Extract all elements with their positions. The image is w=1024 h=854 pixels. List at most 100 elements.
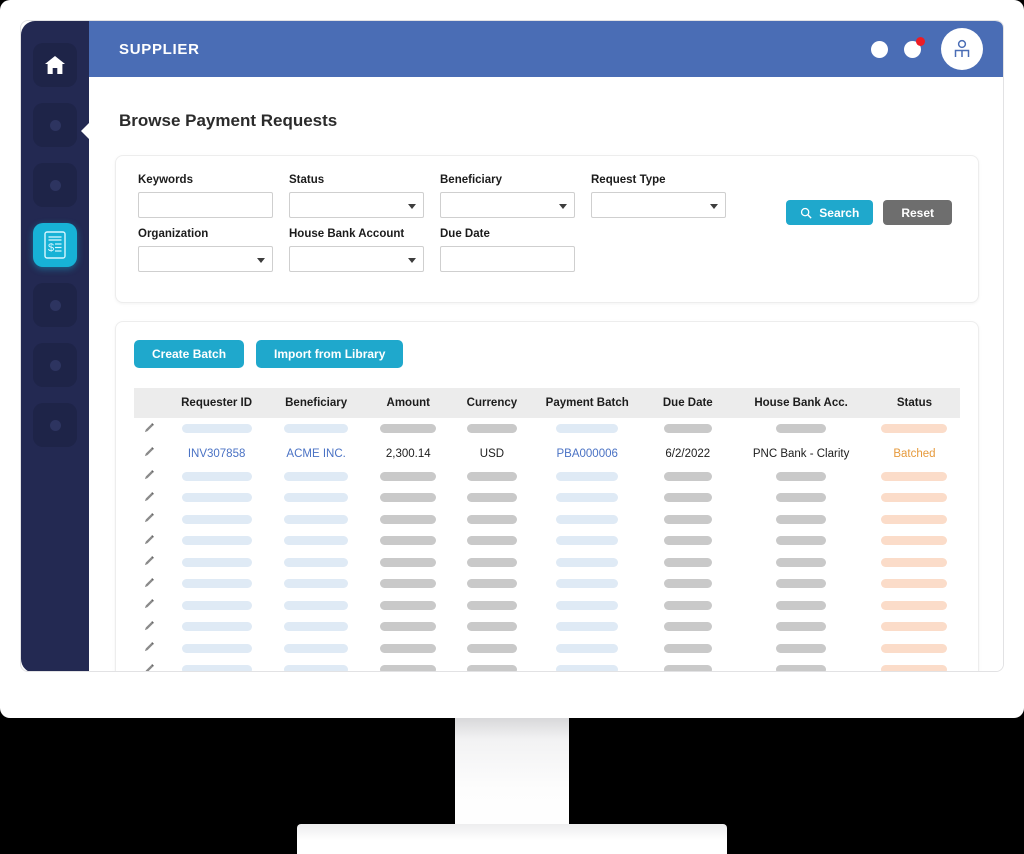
cell-placeholder [532,595,642,617]
edit-pencil-icon[interactable] [144,512,155,523]
sidebar-item-payment-requests[interactable]: $ [33,223,77,267]
field-request-type: Request Type [591,174,726,218]
search-button[interactable]: Search [786,200,874,225]
edit-pencil-icon[interactable] [144,598,155,609]
table-row[interactable]: INV307858 ACME INC. 2,300.14 USD PBA000006 6/… [134,440,960,466]
table-row[interactable] [134,638,960,660]
row-edit-cell[interactable] [134,509,166,531]
reset-button[interactable]: Reset [883,200,952,225]
keywords-input[interactable] [138,192,273,218]
row-edit-cell[interactable] [134,418,166,440]
skeleton-bar [284,493,349,503]
main-content: Browse Payment Requests Keywords Status [89,77,1003,672]
cell-placeholder [642,616,733,638]
table-row[interactable] [134,487,960,509]
skeleton-bar [776,536,827,546]
edit-pencil-icon[interactable] [144,641,155,652]
row-edit-cell[interactable] [134,466,166,488]
field-beneficiary: Beneficiary [440,174,575,218]
table-row[interactable] [134,573,960,595]
skeleton-bar [881,514,948,524]
row-edit-cell[interactable] [134,638,166,660]
sidebar-item-7[interactable] [33,403,77,447]
circle-icon[interactable] [871,40,888,58]
skeleton-bar [380,600,437,610]
row-edit-cell[interactable] [134,440,166,466]
edit-pencil-icon[interactable] [144,469,155,480]
sidebar-item-5[interactable] [33,283,77,327]
row-edit-cell[interactable] [134,552,166,574]
create-batch-button[interactable]: Create Batch [134,340,245,368]
skeleton-bar [881,665,948,671]
edit-pencil-icon[interactable] [144,534,155,545]
row-edit-cell[interactable] [134,595,166,617]
sidebar-item-6[interactable] [33,343,77,387]
filter-actions: Search Reset [786,200,952,225]
sidebar-item-2[interactable] [33,103,77,147]
table-row[interactable] [134,509,960,531]
cell-requester-id[interactable]: INV307858 [166,440,268,466]
cell-placeholder [267,659,364,671]
column-beneficiary[interactable]: Beneficiary [267,388,364,418]
table-row[interactable] [134,530,960,552]
cell-placeholder [733,509,869,531]
table-row[interactable] [134,616,960,638]
column-amount[interactable]: Amount [365,388,452,418]
cell-placeholder [267,487,364,509]
payment-requests-table: Requester ID Beneficiary Amount Currency… [134,388,960,672]
beneficiary-select[interactable] [440,192,575,218]
edit-pencil-icon[interactable] [144,663,155,672]
row-edit-cell[interactable] [134,573,166,595]
edit-pencil-icon[interactable] [144,446,155,457]
import-from-library-button[interactable]: Import from Library [256,340,404,368]
column-status[interactable]: Status [869,388,960,418]
house-bank-account-select[interactable] [289,246,424,272]
notification-circle-icon[interactable] [904,36,925,58]
table-row[interactable] [134,659,960,672]
monitor-stand-base [297,824,727,854]
skeleton-bar [380,557,437,567]
cell-placeholder [733,552,869,574]
sidebar-item-3[interactable] [33,163,77,207]
column-requester-id[interactable]: Requester ID [166,388,268,418]
table-row[interactable] [134,466,960,488]
cell-placeholder [452,530,532,552]
cell-placeholder [869,509,960,531]
row-edit-cell[interactable] [134,616,166,638]
edit-pencil-icon[interactable] [144,620,155,631]
request-type-select[interactable] [591,192,726,218]
skeleton-bar [881,536,948,546]
skeleton-bar [466,665,517,671]
cell-placeholder [452,595,532,617]
edit-pencil-icon[interactable] [144,555,155,566]
organization-select[interactable] [138,246,273,272]
column-house-bank-acc[interactable]: House Bank Acc. [733,388,869,418]
table-row[interactable] [134,552,960,574]
cell-placeholder [532,487,642,509]
column-due-date[interactable]: Due Date [642,388,733,418]
edit-pencil-icon[interactable] [144,491,155,502]
cell-payment-batch[interactable]: PBA000006 [532,440,642,466]
due-date-input[interactable] [440,246,575,272]
edit-pencil-icon[interactable] [144,577,155,588]
column-currency[interactable]: Currency [452,388,532,418]
cell-placeholder [365,509,452,531]
column-payment-batch[interactable]: Payment Batch [532,388,642,418]
skeleton-bar [881,493,948,503]
cell-beneficiary[interactable]: ACME INC. [267,440,364,466]
status-select[interactable] [289,192,424,218]
sidebar-item-home[interactable] [33,43,77,87]
avatar[interactable] [941,28,983,70]
row-edit-cell[interactable] [134,659,166,672]
edit-pencil-icon[interactable] [144,422,155,433]
row-edit-cell[interactable] [134,530,166,552]
skeleton-bar [181,536,252,546]
table-row[interactable] [134,595,960,617]
skeleton-bar [776,493,827,503]
row-edit-cell[interactable] [134,487,166,509]
cell-placeholder [642,418,733,440]
skeleton-bar [284,600,349,610]
table-row[interactable] [134,418,960,440]
cell-placeholder [532,509,642,531]
cell-placeholder [869,530,960,552]
